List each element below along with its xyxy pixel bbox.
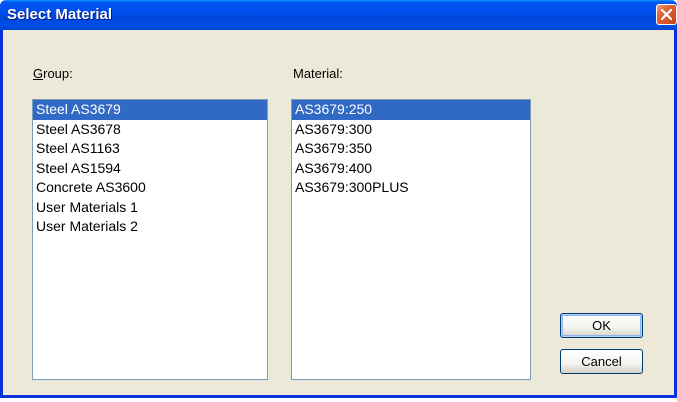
material-list-item[interactable]: AS3679:250 bbox=[292, 100, 530, 120]
group-label: Group: bbox=[33, 66, 73, 81]
close-button[interactable] bbox=[656, 4, 677, 25]
material-listbox[interactable]: AS3679:250 AS3679:300 AS3679:350 AS3679:400… bbox=[291, 99, 531, 380]
group-list-item[interactable]: Steel AS3679 bbox=[33, 100, 267, 120]
group-listbox[interactable]: Steel AS3679 Steel AS3678 Steel AS1163 Stee… bbox=[32, 99, 268, 380]
ok-button[interactable]: OK bbox=[560, 313, 643, 338]
material-label: Material: bbox=[293, 66, 343, 81]
title-bar[interactable]: Select Material bbox=[0, 0, 677, 30]
select-material-dialog: Select Material Group: Steel AS3679 Steel… bbox=[0, 0, 677, 398]
group-list-item[interactable]: User Materials 1 bbox=[33, 198, 267, 218]
cancel-button[interactable]: Cancel bbox=[560, 349, 643, 374]
group-list-item[interactable]: Steel AS1594 bbox=[33, 159, 267, 179]
window-title: Select Material bbox=[7, 6, 113, 23]
group-list-item[interactable]: User Materials 2 bbox=[33, 217, 267, 237]
material-list-item[interactable]: AS3679:350 bbox=[292, 139, 530, 159]
group-list-item[interactable]: Concrete AS3600 bbox=[33, 178, 267, 198]
material-list-item[interactable]: AS3679:300PLUS bbox=[292, 178, 530, 198]
close-icon bbox=[661, 9, 672, 20]
group-list-item[interactable]: Steel AS1163 bbox=[33, 139, 267, 159]
material-list-item[interactable]: AS3679:300 bbox=[292, 120, 530, 140]
group-list-item[interactable]: Steel AS3678 bbox=[33, 120, 267, 140]
material-list-item[interactable]: AS3679:400 bbox=[292, 159, 530, 179]
